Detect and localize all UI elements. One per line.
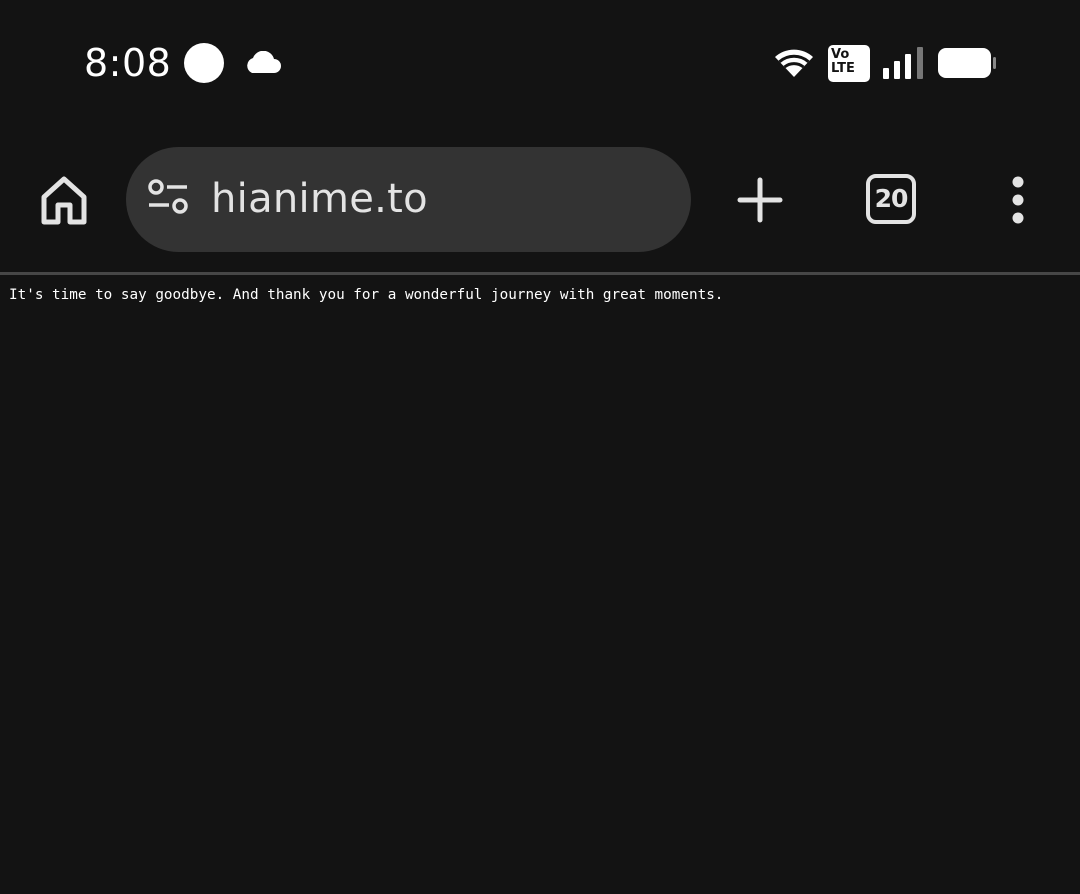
home-icon xyxy=(41,176,87,225)
address-bar[interactable]: hianime.to xyxy=(126,147,691,252)
menu-button[interactable] xyxy=(997,170,1039,230)
cloud-icon xyxy=(247,51,281,73)
tune-icon[interactable] xyxy=(146,179,190,219)
home-button[interactable] xyxy=(34,170,94,230)
more-vert-icon xyxy=(1012,176,1024,224)
status-bar: 8:08 Vo LTE xyxy=(0,0,1080,128)
tab-switcher-button[interactable]: 20 xyxy=(866,174,916,224)
status-time: 8:08 xyxy=(84,41,172,85)
page-message: It's time to say goodbye. And thank you … xyxy=(9,287,724,303)
notification-dot-icon xyxy=(184,43,224,83)
volte-line2: LTE xyxy=(831,61,855,76)
cell-signal-icon xyxy=(883,47,923,79)
wifi-icon xyxy=(775,49,813,77)
battery-icon xyxy=(938,48,996,78)
new-tab-button[interactable] xyxy=(730,170,790,230)
volte-line1: Vo xyxy=(831,47,850,62)
plus-icon xyxy=(737,177,783,223)
volte-icon: Vo LTE xyxy=(828,45,870,82)
url-text[interactable]: hianime.to xyxy=(211,171,428,227)
browser-toolbar: hianime.to 20 xyxy=(0,140,1080,260)
toolbar-divider xyxy=(0,272,1080,275)
phone-screen: 8:08 Vo LTE hianime.to 20 It's time to s… xyxy=(0,0,1080,894)
